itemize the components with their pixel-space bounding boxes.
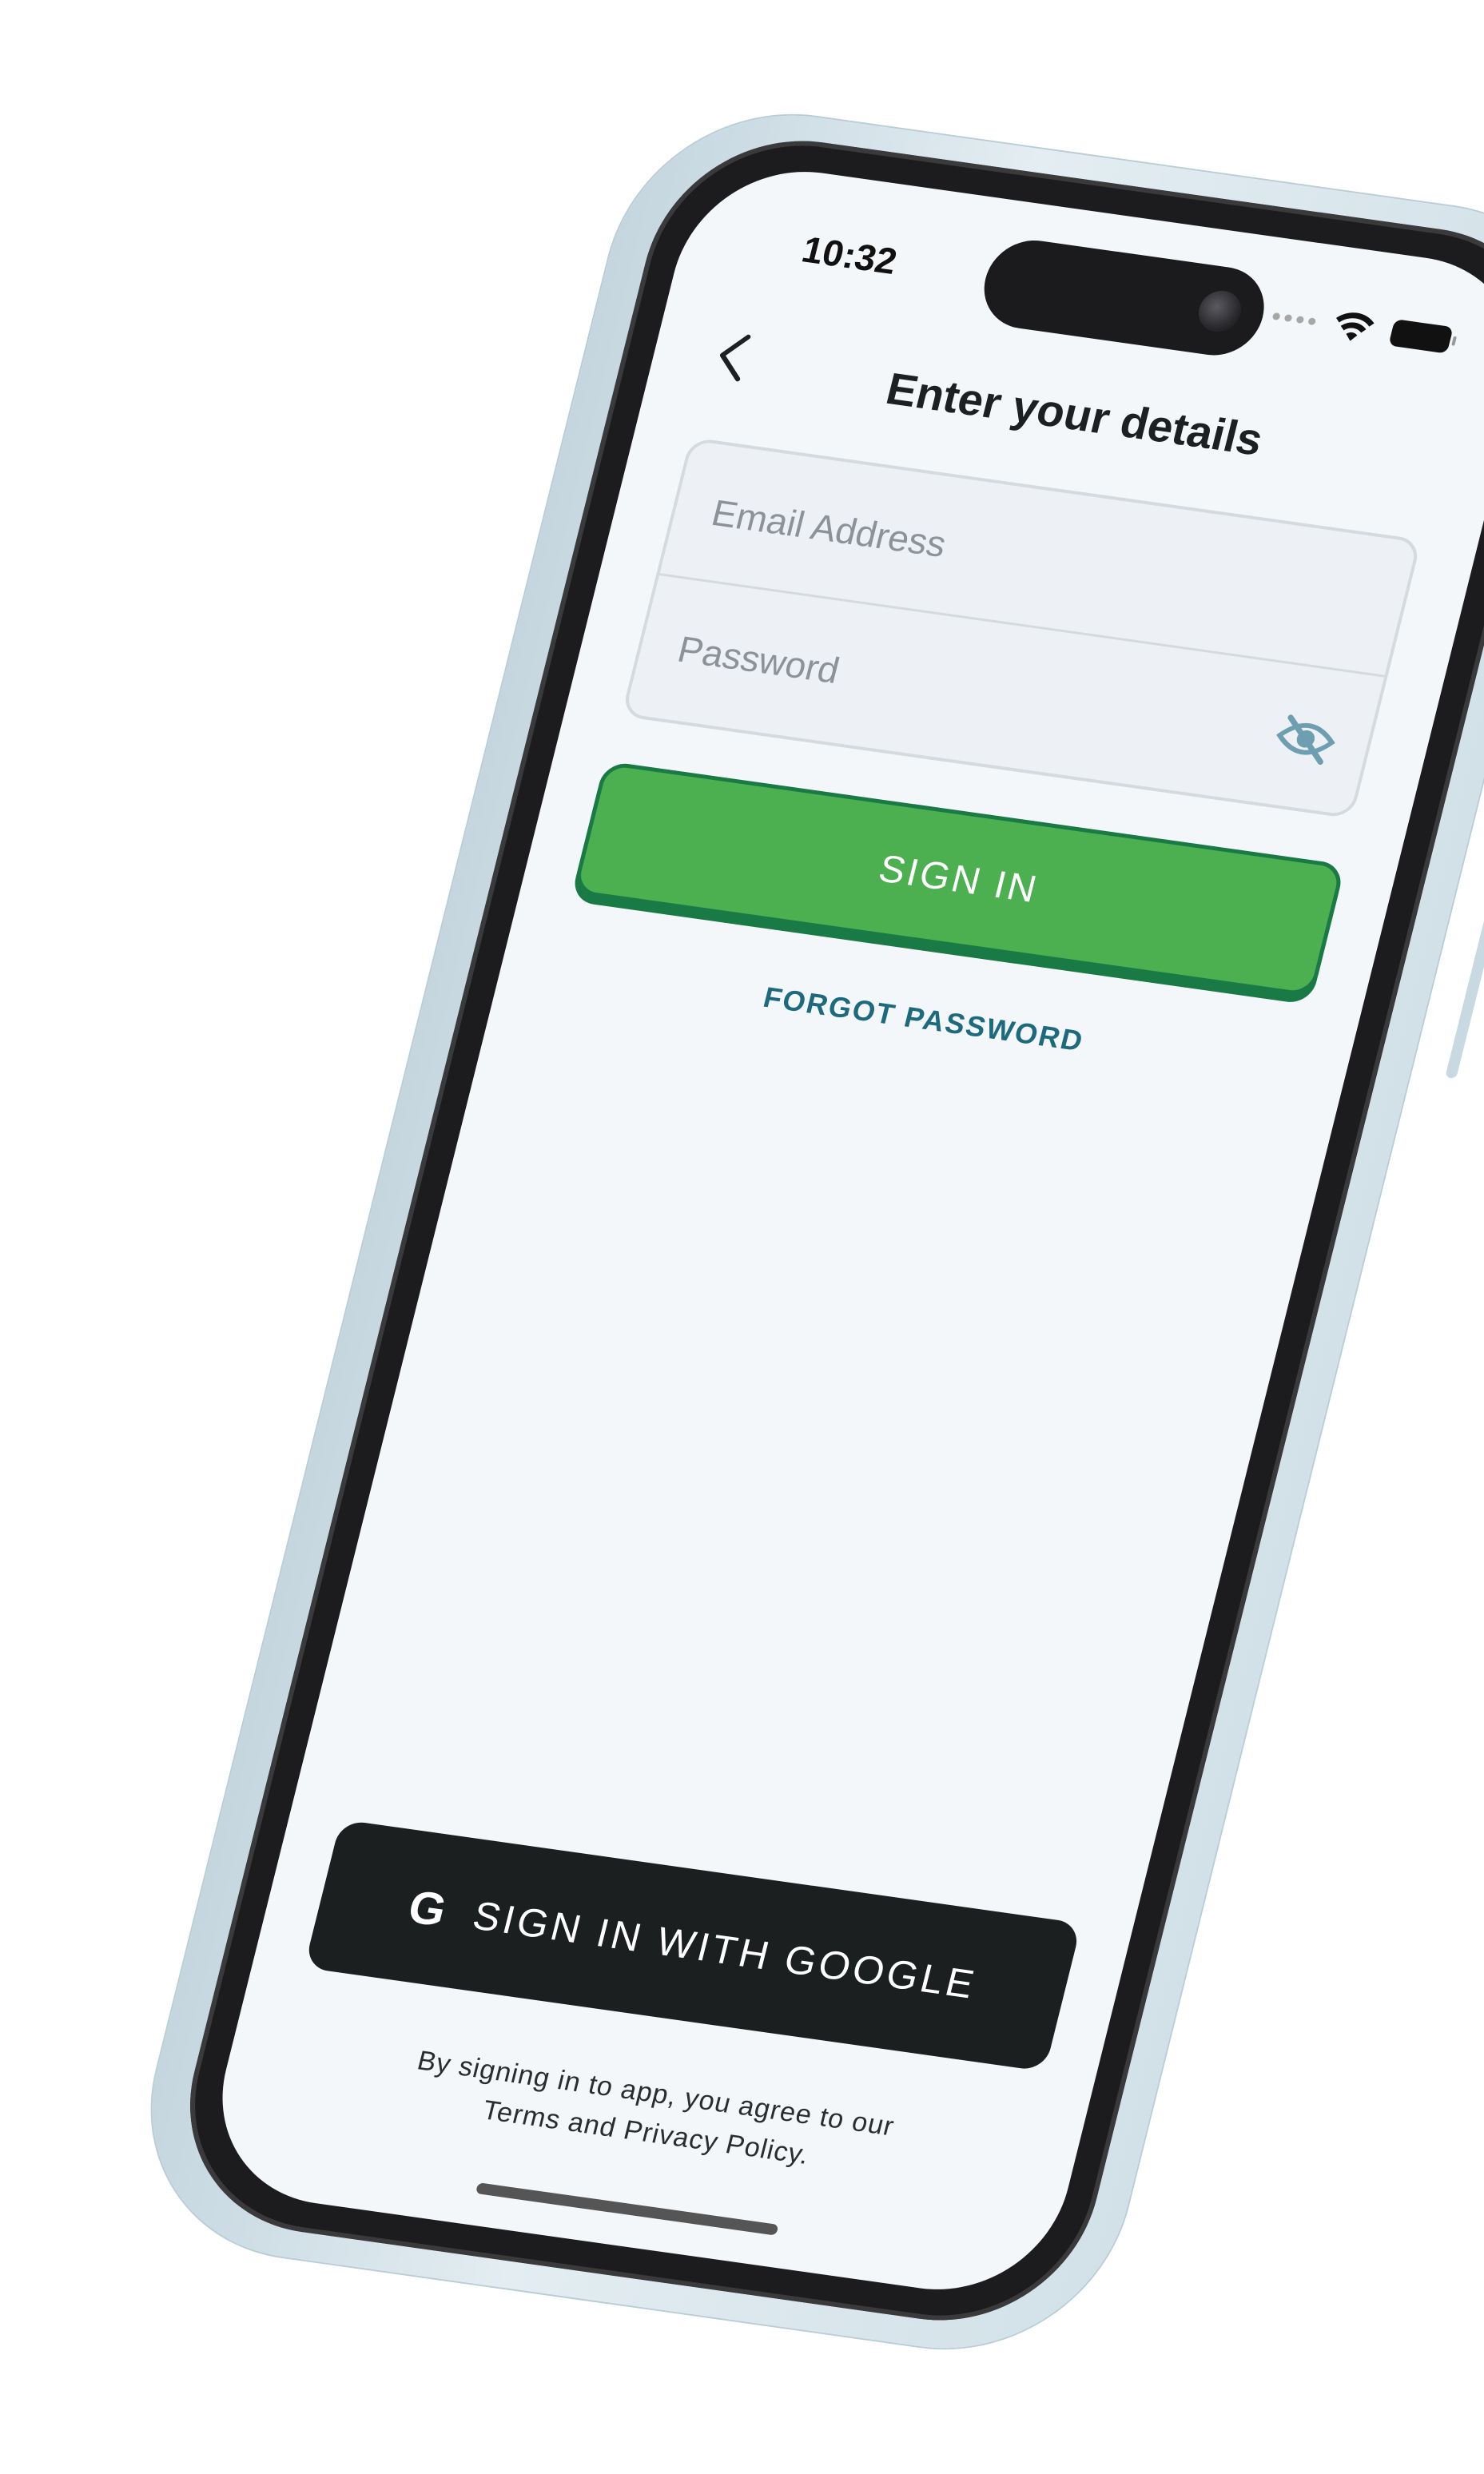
forgot-password-label: FORGOT PASSWORD	[760, 980, 1088, 1058]
phone-bezel: 10:32 Enter your details Email Address P…	[159, 122, 1484, 2339]
eye-off-icon[interactable]	[1271, 711, 1341, 766]
google-sign-in-button[interactable]: G SIGN IN WITH GOOGLE	[304, 1819, 1082, 2072]
legal-notice: By signing in to app, you agree to our T…	[315, 2028, 986, 2198]
wifi-icon	[1336, 312, 1375, 341]
battery-icon	[1388, 319, 1454, 354]
status-time: 10:32	[798, 228, 901, 282]
dynamic-island	[974, 234, 1274, 361]
stage: 10:32 Enter your details Email Address P…	[0, 0, 1484, 2474]
email-placeholder: Email Address	[707, 491, 951, 565]
google-sign-in-label: SIGN IN WITH GOOGLE	[468, 1892, 982, 2007]
side-button	[1445, 905, 1484, 1080]
status-icons	[1269, 300, 1454, 356]
cellular-dots-icon	[1271, 312, 1317, 325]
camera-icon	[1194, 288, 1246, 335]
phone-device: 10:32 Enter your details Email Address P…	[116, 93, 1484, 2370]
login-form: Email Address Password	[620, 436, 1422, 819]
google-g-icon: G	[403, 1880, 452, 1936]
password-placeholder: Password	[674, 627, 844, 691]
sign-in-label: SIGN IN	[874, 847, 1044, 911]
home-indicator[interactable]	[475, 2182, 779, 2236]
